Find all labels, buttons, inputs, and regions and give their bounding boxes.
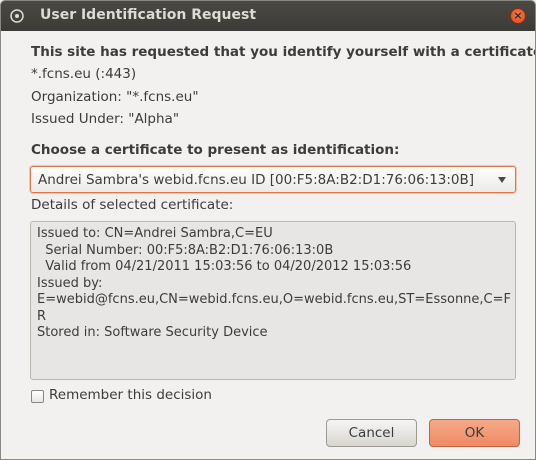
dialog-window: User Identification Request × This site … [0,0,536,460]
details-line: R [37,308,47,324]
request-organization: Organization: "*.fcns.eu" [31,89,199,105]
certificate-select-value: Andrei Sambra's webid.fcns.eu ID [00:F5:… [38,172,475,188]
details-line: Serial Number: 00:F5:8A:B2:D1:76:06:13:0… [37,242,334,258]
details-line: Issued to: CN=Andrei Sambra,C=EU [37,226,273,241]
details-line: Issued by: [37,275,103,291]
request-host: *.fcns.eu (:443) [31,66,137,82]
request-issued-under: Issued Under: "Alpha" [31,111,180,127]
remember-decision-label[interactable]: Remember this decision [49,387,212,403]
window-title: User Identification Request [40,7,257,23]
details-line: Stored in: Software Security Device [37,325,268,340]
title-bar[interactable]: User Identification Request × [1,1,535,31]
certificate-details[interactable]: Issued to: CN=Andrei Sambra,C=EU Serial … [30,221,516,380]
dialog-content: This site has requested that you identif… [1,31,535,459]
cancel-button[interactable]: Cancel [326,419,417,447]
window-menu-icon[interactable] [10,8,24,23]
details-line: E=webid@fcns.eu,CN=webid.fcns.eu,O=webid… [37,292,511,307]
certificate-select[interactable]: Andrei Sambra's webid.fcns.eu ID [00:F5:… [30,166,516,193]
ok-button[interactable]: OK [429,419,520,447]
close-icon[interactable]: × [510,8,526,24]
details-label: Details of selected certificate: [31,197,234,213]
chooser-heading: Choose a certificate to present as ident… [31,142,400,158]
details-line: Valid from 04/21/2011 15:03:56 to 04/20/… [37,259,412,274]
chevron-down-icon [498,177,506,183]
remember-decision-checkbox[interactable] [31,390,44,403]
request-heading: This site has requested that you identif… [31,44,536,60]
